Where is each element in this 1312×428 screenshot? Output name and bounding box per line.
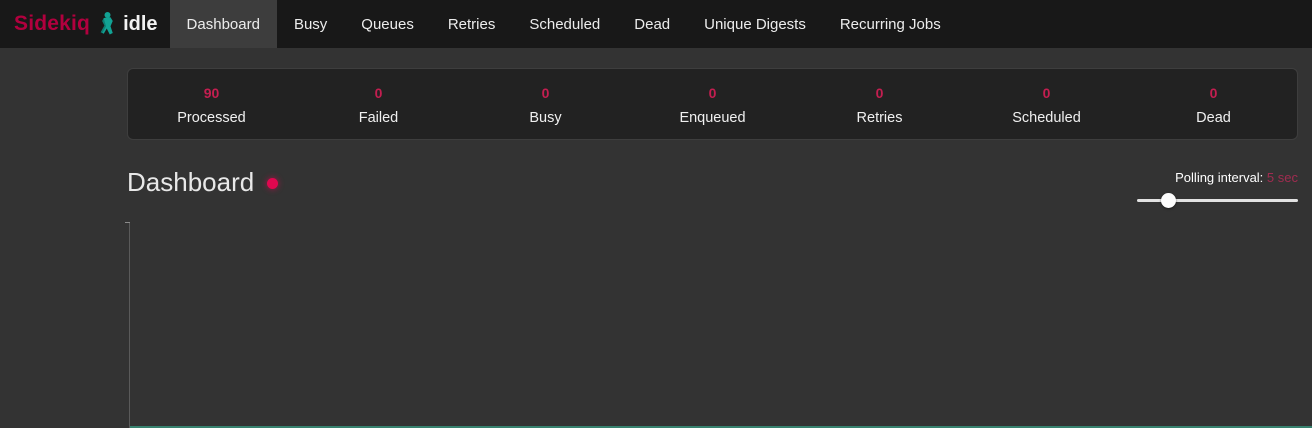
dashboard-realtime-chart — [129, 222, 1312, 428]
navbar: Sidekiq idle DashboardBusyQueuesRetriesS… — [0, 0, 1312, 48]
page-title-text: Dashboard — [127, 168, 254, 197]
main-content: 90Processed0Failed0Busy0Enqueued0Retries… — [127, 68, 1298, 208]
stat-label: Retries — [796, 110, 963, 126]
nav-item-dead[interactable]: Dead — [617, 0, 687, 48]
stat-failed[interactable]: 0 Failed — [295, 85, 462, 126]
stat-dead[interactable]: 0 Dead — [1130, 85, 1297, 126]
nav-item-queues[interactable]: Queues — [344, 0, 431, 48]
stat-value: 0 — [1130, 85, 1297, 101]
heading-row: Dashboard Polling interval: 5 sec — [127, 168, 1298, 208]
stat-retries[interactable]: 0 Retries — [796, 85, 963, 126]
stat-scheduled[interactable]: 0 Scheduled — [963, 85, 1130, 126]
sidekiq-mascot-icon — [97, 11, 115, 37]
polling-text: Polling interval: 5 sec — [1137, 170, 1298, 185]
chart-y-axis-tick — [125, 222, 130, 223]
stat-label: Enqueued — [629, 110, 796, 126]
brand-status-idle: idle — [123, 13, 157, 36]
nav-item-retries[interactable]: Retries — [431, 0, 513, 48]
polling-interval-link[interactable]: 5 sec — [1267, 170, 1298, 185]
stat-label: Busy — [462, 110, 629, 126]
nav-item-busy[interactable]: Busy — [277, 0, 344, 48]
stat-value: 0 — [629, 85, 796, 101]
stat-label: Dead — [1130, 110, 1297, 126]
stat-label: Processed — [128, 110, 295, 126]
polling-slider[interactable] — [1137, 193, 1298, 208]
nav-item-dashboard[interactable]: Dashboard — [170, 0, 277, 48]
stat-label: Failed — [295, 110, 462, 126]
sidekiq-logo[interactable]: Sidekiq — [14, 12, 90, 36]
brand[interactable]: Sidekiq idle — [0, 0, 158, 48]
stat-value: 0 — [963, 85, 1130, 101]
nav-item-scheduled[interactable]: Scheduled — [512, 0, 617, 48]
nav-menu: DashboardBusyQueuesRetriesScheduledDeadU… — [170, 0, 958, 48]
polling-label: Polling interval: — [1175, 170, 1263, 185]
page-title: Dashboard — [127, 168, 278, 197]
stat-value: 0 — [796, 85, 963, 101]
stat-value: 0 — [295, 85, 462, 101]
stats-summary: 90Processed0Failed0Busy0Enqueued0Retries… — [127, 68, 1298, 140]
stat-value: 90 — [128, 85, 295, 101]
stat-value: 0 — [462, 85, 629, 101]
stat-enqueued[interactable]: 0 Enqueued — [629, 85, 796, 126]
polling-controls: Polling interval: 5 sec — [1137, 168, 1298, 208]
live-beacon-icon — [267, 178, 278, 189]
nav-item-recurring-jobs[interactable]: Recurring Jobs — [823, 0, 958, 48]
stat-label: Scheduled — [963, 110, 1130, 126]
stat-processed[interactable]: 90 Processed — [128, 85, 295, 126]
nav-item-unique-digests[interactable]: Unique Digests — [687, 0, 823, 48]
stat-busy[interactable]: 0 Busy — [462, 85, 629, 126]
slider-thumb[interactable] — [1161, 193, 1176, 208]
